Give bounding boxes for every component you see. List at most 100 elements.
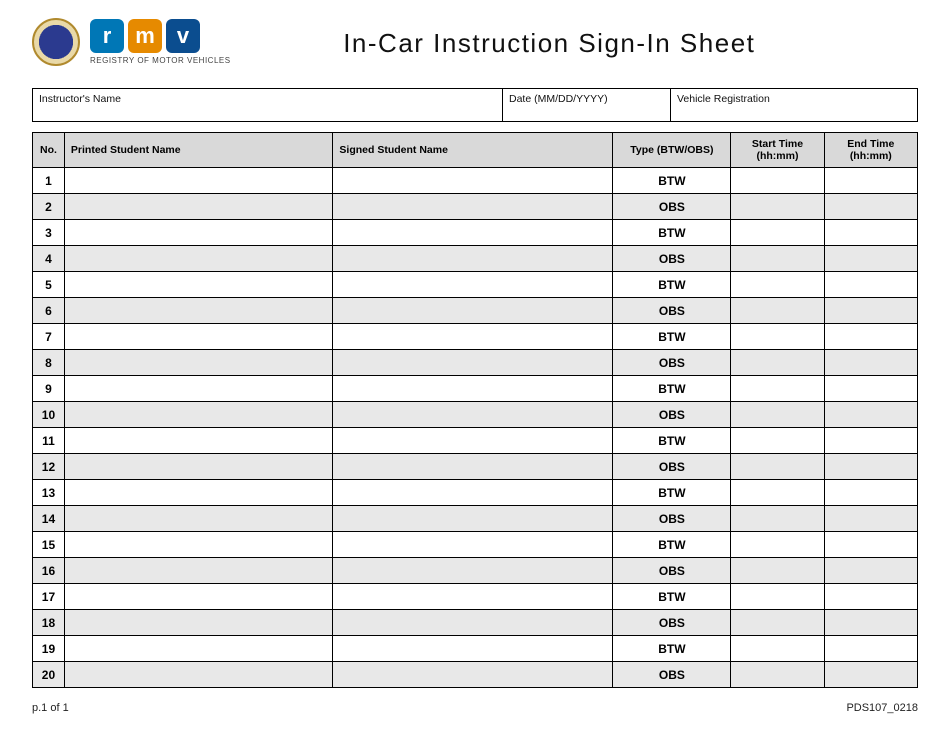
table-row: 20OBS <box>33 662 918 688</box>
date-field[interactable]: Date (MM/DD/YYYY) <box>503 89 671 121</box>
cell-end[interactable] <box>824 584 917 610</box>
cell-printed[interactable] <box>64 376 333 402</box>
cell-end[interactable] <box>824 402 917 428</box>
cell-end[interactable] <box>824 220 917 246</box>
instructor-name-field[interactable]: Instructor's Name <box>33 89 503 121</box>
cell-printed[interactable] <box>64 610 333 636</box>
cell-end[interactable] <box>824 376 917 402</box>
cell-start[interactable] <box>731 168 824 194</box>
cell-start[interactable] <box>731 636 824 662</box>
col-no: No. <box>33 133 65 168</box>
cell-printed[interactable] <box>64 506 333 532</box>
cell-signed[interactable] <box>333 532 613 558</box>
cell-end[interactable] <box>824 454 917 480</box>
cell-signed[interactable] <box>333 480 613 506</box>
cell-signed[interactable] <box>333 272 613 298</box>
page-indicator: p.1 of 1 <box>32 702 69 714</box>
cell-start[interactable] <box>731 350 824 376</box>
cell-signed[interactable] <box>333 246 613 272</box>
col-start: Start Time (hh:mm) <box>731 133 824 168</box>
page-title: In-Car Instruction Sign-In Sheet <box>241 28 918 59</box>
cell-start[interactable] <box>731 376 824 402</box>
cell-printed[interactable] <box>64 662 333 688</box>
cell-start[interactable] <box>731 324 824 350</box>
cell-start[interactable] <box>731 246 824 272</box>
cell-end[interactable] <box>824 350 917 376</box>
cell-signed[interactable] <box>333 506 613 532</box>
cell-no: 10 <box>33 402 65 428</box>
table-row: 2OBS <box>33 194 918 220</box>
cell-end[interactable] <box>824 168 917 194</box>
cell-end[interactable] <box>824 194 917 220</box>
cell-signed[interactable] <box>333 324 613 350</box>
cell-signed[interactable] <box>333 454 613 480</box>
cell-start[interactable] <box>731 558 824 584</box>
table-row: 17BTW <box>33 584 918 610</box>
cell-signed[interactable] <box>333 610 613 636</box>
table-row: 10OBS <box>33 402 918 428</box>
cell-end[interactable] <box>824 428 917 454</box>
cell-start[interactable] <box>731 220 824 246</box>
cell-end[interactable] <box>824 636 917 662</box>
cell-end[interactable] <box>824 662 917 688</box>
cell-start[interactable] <box>731 298 824 324</box>
cell-start[interactable] <box>731 532 824 558</box>
cell-printed[interactable] <box>64 558 333 584</box>
cell-printed[interactable] <box>64 350 333 376</box>
cell-printed[interactable] <box>64 428 333 454</box>
cell-type: BTW <box>613 584 731 610</box>
cell-end[interactable] <box>824 558 917 584</box>
cell-printed[interactable] <box>64 220 333 246</box>
cell-printed[interactable] <box>64 532 333 558</box>
table-row: 8OBS <box>33 350 918 376</box>
cell-signed[interactable] <box>333 402 613 428</box>
cell-signed[interactable] <box>333 584 613 610</box>
cell-end[interactable] <box>824 272 917 298</box>
cell-end[interactable] <box>824 610 917 636</box>
cell-start[interactable] <box>731 402 824 428</box>
cell-start[interactable] <box>731 272 824 298</box>
cell-end[interactable] <box>824 324 917 350</box>
cell-printed[interactable] <box>64 194 333 220</box>
cell-signed[interactable] <box>333 662 613 688</box>
cell-printed[interactable] <box>64 402 333 428</box>
rmv-tiles: r m v <box>90 19 200 53</box>
cell-start[interactable] <box>731 480 824 506</box>
cell-signed[interactable] <box>333 376 613 402</box>
cell-signed[interactable] <box>333 298 613 324</box>
table-row: 9BTW <box>33 376 918 402</box>
cell-signed[interactable] <box>333 194 613 220</box>
cell-no: 15 <box>33 532 65 558</box>
cell-signed[interactable] <box>333 350 613 376</box>
cell-signed[interactable] <box>333 558 613 584</box>
cell-start[interactable] <box>731 662 824 688</box>
cell-end[interactable] <box>824 246 917 272</box>
table-row: 19BTW <box>33 636 918 662</box>
cell-printed[interactable] <box>64 480 333 506</box>
cell-printed[interactable] <box>64 272 333 298</box>
cell-printed[interactable] <box>64 324 333 350</box>
cell-start[interactable] <box>731 454 824 480</box>
cell-start[interactable] <box>731 610 824 636</box>
table-row: 18OBS <box>33 610 918 636</box>
cell-start[interactable] <box>731 194 824 220</box>
cell-printed[interactable] <box>64 298 333 324</box>
vehicle-registration-field[interactable]: Vehicle Registration <box>671 89 917 121</box>
cell-printed[interactable] <box>64 454 333 480</box>
cell-start[interactable] <box>731 584 824 610</box>
cell-signed[interactable] <box>333 428 613 454</box>
cell-start[interactable] <box>731 506 824 532</box>
cell-end[interactable] <box>824 480 917 506</box>
cell-printed[interactable] <box>64 584 333 610</box>
cell-start[interactable] <box>731 428 824 454</box>
cell-signed[interactable] <box>333 220 613 246</box>
cell-signed[interactable] <box>333 168 613 194</box>
cell-end[interactable] <box>824 298 917 324</box>
cell-printed[interactable] <box>64 636 333 662</box>
cell-end[interactable] <box>824 532 917 558</box>
table-row: 1BTW <box>33 168 918 194</box>
cell-end[interactable] <box>824 506 917 532</box>
cell-printed[interactable] <box>64 246 333 272</box>
cell-signed[interactable] <box>333 636 613 662</box>
cell-printed[interactable] <box>64 168 333 194</box>
